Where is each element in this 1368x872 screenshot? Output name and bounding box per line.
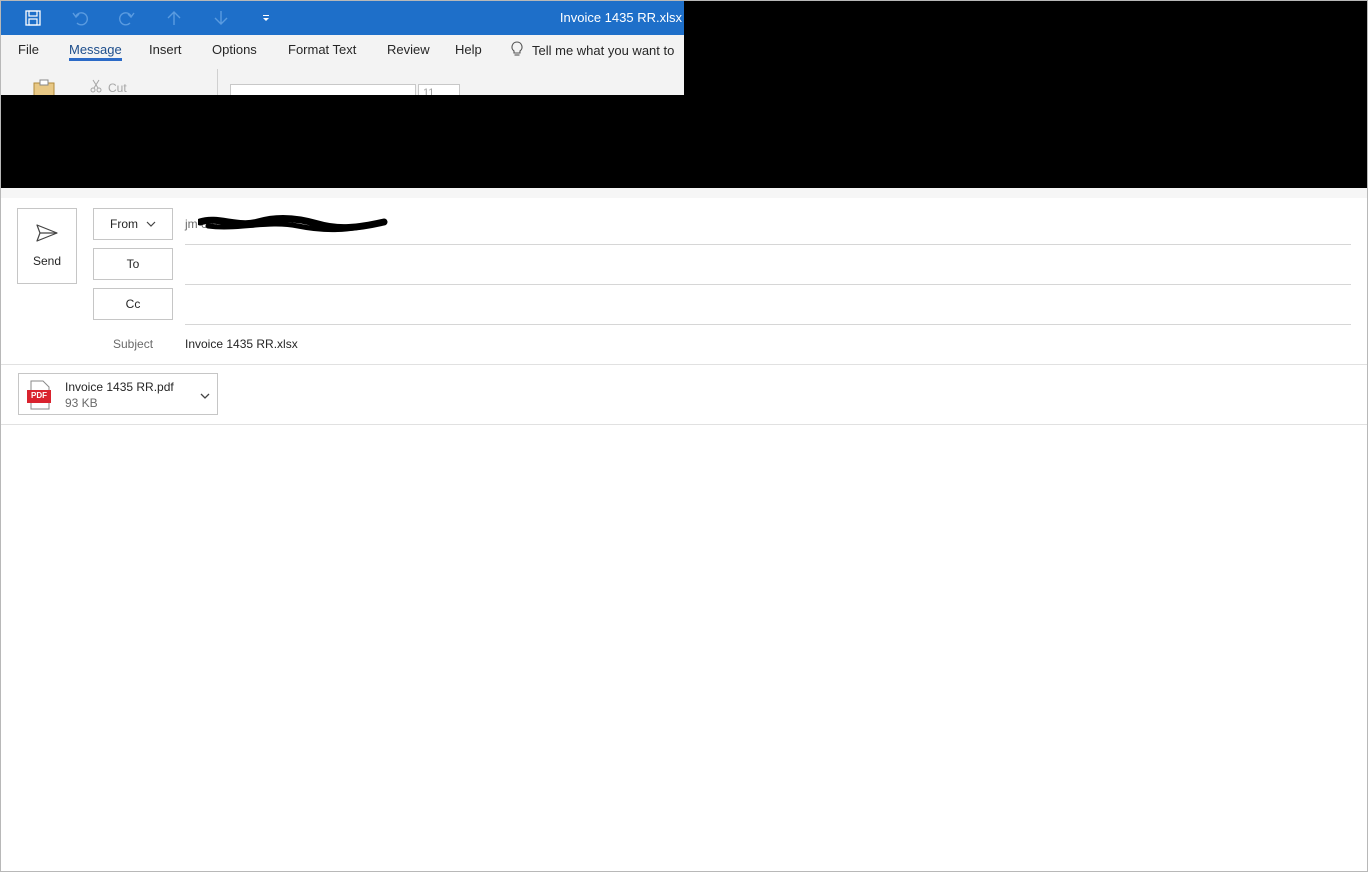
- cc-button[interactable]: Cc: [93, 288, 173, 320]
- subject-label: Subject: [113, 337, 154, 351]
- attachment-card[interactable]: PDF Invoice 1435 RR.pdf 93 KB: [18, 373, 218, 415]
- cut-button[interactable]: Cut: [90, 79, 127, 95]
- down-arrow-icon[interactable]: [211, 8, 231, 28]
- font-name-box[interactable]: [230, 84, 416, 95]
- from-button[interactable]: From: [93, 208, 173, 240]
- cc-input[interactable]: [185, 290, 1351, 320]
- to-button[interactable]: To: [93, 248, 173, 280]
- tab-file[interactable]: File: [18, 42, 39, 57]
- ribbon-body: Cut 11: [0, 67, 684, 95]
- redo-icon[interactable]: [117, 8, 137, 28]
- ribbon-separator: [217, 69, 218, 95]
- tab-options[interactable]: Options: [212, 42, 257, 57]
- cut-label: Cut: [108, 80, 127, 95]
- cc-label: Cc: [125, 297, 141, 311]
- customize-icon[interactable]: [256, 8, 276, 28]
- lightbulb-icon: [510, 41, 524, 60]
- send-icon: [35, 223, 59, 248]
- tab-review[interactable]: Review: [387, 42, 430, 57]
- up-arrow-icon[interactable]: [164, 8, 184, 28]
- from-underline: [185, 244, 1351, 245]
- redaction-band: [0, 95, 1368, 188]
- attachment-menu-chevron-icon[interactable]: [199, 388, 211, 406]
- undo-icon[interactable]: [70, 8, 90, 28]
- from-label: From: [110, 217, 138, 231]
- paste-icon[interactable]: [32, 79, 58, 95]
- to-label: To: [126, 257, 140, 271]
- window-title: Invoice 1435 RR.xlsx: [559, 10, 682, 25]
- save-icon[interactable]: [23, 8, 43, 28]
- to-underline: [185, 284, 1351, 285]
- pdf-file-icon: PDF: [27, 380, 51, 410]
- tab-message[interactable]: Message: [69, 42, 122, 61]
- tab-insert[interactable]: Insert: [149, 42, 182, 57]
- tell-me-box[interactable]: Tell me what you want to: [510, 41, 674, 60]
- scissors-icon: [90, 79, 102, 95]
- tell-me-label: Tell me what you want to: [532, 43, 675, 58]
- ribbon-tabs: File Message Insert Options Format Text …: [0, 35, 684, 67]
- attachment-name: Invoice 1435 RR.pdf: [65, 380, 174, 394]
- title-bar: Invoice 1435 RR.xlsx: [0, 0, 684, 35]
- send-label: Send: [32, 254, 62, 268]
- header-gap: [0, 188, 1368, 198]
- to-input[interactable]: [185, 250, 1351, 280]
- cc-underline: [185, 324, 1351, 325]
- tab-help[interactable]: Help: [455, 42, 482, 57]
- font-size-box[interactable]: 11: [418, 84, 460, 95]
- pdf-badge-label: PDF: [31, 391, 47, 400]
- redaction-scribble: [198, 214, 388, 233]
- attachment-size: 93 KB: [65, 396, 98, 410]
- subject-input[interactable]: Invoice 1435 RR.xlsx: [185, 337, 298, 351]
- subject-divider: [0, 364, 1368, 365]
- message-body[interactable]: [1, 425, 1367, 871]
- chevron-down-icon: [146, 217, 156, 231]
- tab-format-text[interactable]: Format Text: [288, 42, 356, 57]
- send-button[interactable]: Send: [17, 208, 77, 284]
